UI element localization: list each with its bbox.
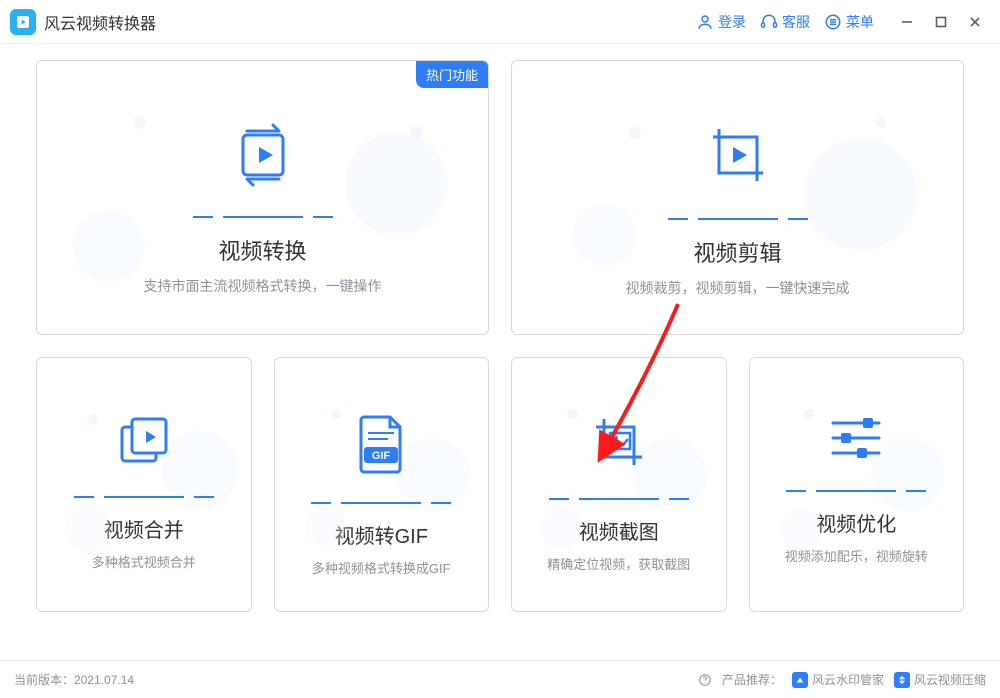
card-desc: 视频添加配乐，视频旋转	[785, 547, 928, 567]
card-title: 视频转换	[218, 234, 306, 266]
recommend-watermark[interactable]: 风云水印管家	[792, 671, 884, 688]
card-desc: 多种格式视频合并	[92, 553, 196, 573]
app-logo-icon	[10, 9, 36, 35]
support-label: 客服	[782, 12, 810, 32]
card-title: 视频合并	[104, 514, 184, 543]
card-video-gif[interactable]: GIF 视频转GIF 多种视频格式转换成GIF	[274, 357, 490, 612]
recommend-label: 产品推荐：	[722, 671, 782, 688]
headset-icon	[760, 13, 778, 31]
login-label: 登录	[718, 12, 746, 32]
card-video-merge[interactable]: 视频合并 多种格式视频合并	[36, 357, 252, 612]
help-icon[interactable]	[698, 673, 712, 687]
header-actions: 登录 客服 菜单	[696, 9, 988, 35]
divider	[341, 502, 421, 504]
card-title: 视频截图	[579, 516, 659, 545]
menu-icon	[824, 13, 842, 31]
minimize-button[interactable]	[894, 9, 920, 35]
main-content: 热门功能 视频转换 支持市面主流视频格式转换，一键操作	[0, 44, 1000, 622]
app-header: 风云视频转换器 登录 客服 菜单	[0, 0, 1000, 44]
screenshot-icon	[590, 413, 648, 476]
card-desc: 支持市面主流视频格式转换，一键操作	[144, 276, 382, 297]
user-icon	[696, 13, 714, 31]
merge-icon	[116, 413, 172, 474]
version-label: 当前版本：	[14, 671, 74, 688]
crop-icon	[703, 121, 773, 196]
divider	[223, 216, 303, 218]
version-value: 2021.07.14	[74, 673, 134, 687]
divider	[816, 490, 896, 492]
card-title: 视频转GIF	[335, 520, 428, 549]
recommend-item-label: 风云水印管家	[812, 671, 884, 688]
app-title: 风云视频转换器	[44, 10, 156, 34]
card-desc: 视频裁剪，视频剪辑，一键快速完成	[626, 278, 850, 299]
card-bg-decor	[750, 358, 963, 612]
svg-text:GIF: GIF	[372, 450, 391, 462]
card-video-convert[interactable]: 热门功能 视频转换 支持市面主流视频格式转换，一键操作	[36, 60, 489, 335]
card-video-capture[interactable]: 视频截图 精确定位视频，获取截图	[511, 357, 727, 612]
divider	[579, 498, 659, 500]
convert-icon	[229, 121, 297, 194]
card-desc: 精确定位视频，获取截图	[547, 555, 690, 575]
hot-badge: 热门功能	[416, 61, 488, 88]
divider	[104, 496, 184, 498]
watermark-app-icon	[792, 672, 808, 688]
menu-button[interactable]: 菜单	[824, 12, 874, 32]
card-title: 视频剪辑	[693, 236, 781, 268]
menu-label: 菜单	[846, 12, 874, 32]
recommend-item-label: 风云视频压缩	[914, 671, 986, 688]
sliders-icon	[827, 413, 885, 468]
card-title: 视频优化	[816, 508, 896, 537]
divider	[698, 218, 778, 220]
maximize-button[interactable]	[928, 9, 954, 35]
recommend-compress[interactable]: 风云视频压缩	[894, 671, 986, 688]
support-button[interactable]: 客服	[760, 12, 810, 32]
card-desc: 多种视频格式转换成GIF	[312, 559, 451, 579]
gif-file-icon: GIF	[354, 413, 408, 480]
close-button[interactable]	[962, 9, 988, 35]
compress-app-icon	[894, 672, 910, 688]
app-footer: 当前版本： 2021.07.14 产品推荐： 风云水印管家 风云视频压缩	[0, 660, 1000, 698]
card-video-edit[interactable]: 视频剪辑 视频裁剪，视频剪辑，一键快速完成	[511, 60, 964, 335]
card-bg-decor	[37, 358, 250, 612]
login-button[interactable]: 登录	[696, 12, 746, 32]
card-video-optimize[interactable]: 视频优化 视频添加配乐，视频旋转	[749, 357, 965, 612]
